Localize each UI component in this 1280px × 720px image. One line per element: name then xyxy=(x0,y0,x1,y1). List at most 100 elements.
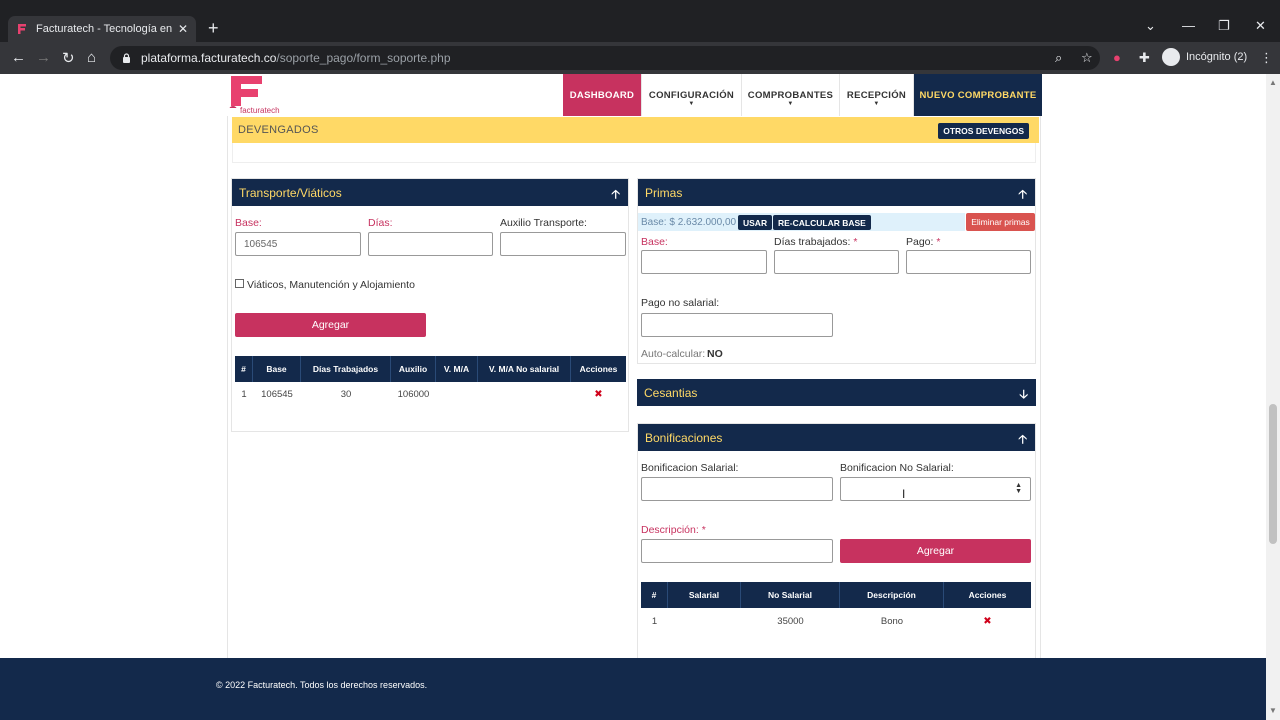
tab-title: Facturatech - Tecnología en factu xyxy=(36,23,172,35)
spinner-arrows-icon[interactable]: ▲ ▼ xyxy=(1015,482,1022,495)
col-header: Acciones xyxy=(968,590,1007,600)
bonificaciones-agregar-label: Agregar xyxy=(916,545,955,557)
primas-dias-input[interactable] xyxy=(774,250,899,274)
forward-icon[interactable]: → xyxy=(36,49,51,66)
devengados-body xyxy=(232,143,1036,163)
transporte-agregar-button[interactable]: Agregar xyxy=(235,313,426,337)
reload-icon[interactable]: ↻ xyxy=(62,49,75,67)
collapse-up-icon[interactable]: 🡡 xyxy=(1018,185,1027,206)
url-path: /soporte_pago/form_soporte.php xyxy=(276,51,451,65)
recalcular-base-button[interactable]: RE-CALCULAR BASE xyxy=(773,215,871,230)
col-header: Descripción xyxy=(840,582,944,608)
nav-recepcion[interactable]: RECEPCIÓN ▼ xyxy=(840,74,914,116)
bonificacion-no-salarial-label: Bonificacion No Salarial: xyxy=(840,462,954,474)
tab-close-icon[interactable]: ✕ xyxy=(178,22,188,36)
cell-vma xyxy=(436,383,478,405)
eliminar-primas-button[interactable]: Eliminar primas xyxy=(966,213,1035,231)
auxilio-transporte-input[interactable] xyxy=(500,232,626,256)
cell-auxilio: 106000 xyxy=(397,388,430,400)
primas-dias-label: Días trabajados: * xyxy=(774,236,857,248)
devengados-header: DEVENGADOS OTROS DEVENGOS xyxy=(232,117,1039,143)
nav-comprobantes[interactable]: COMPROBANTES ▼ xyxy=(742,74,840,116)
cell-num: 1 xyxy=(651,615,658,627)
incognito-icon xyxy=(1162,48,1180,66)
transporte-dias-input[interactable] xyxy=(368,232,493,256)
auto-calcular-label: Auto-calcular: xyxy=(641,348,706,360)
incognito-profile[interactable]: Incógnito (2) xyxy=(1162,48,1247,66)
usar-button[interactable]: USAR xyxy=(738,215,773,230)
cell-num: 1 xyxy=(241,388,247,400)
auto-calcular-value[interactable]: NO xyxy=(707,348,723,360)
col-header: V. M/A xyxy=(436,356,478,382)
logo-text: facturatech xyxy=(240,106,280,115)
expand-down-icon[interactable]: 🡣 xyxy=(1019,385,1028,406)
required-mark: * xyxy=(701,524,706,536)
nav-dashboard[interactable]: DASHBOARD xyxy=(563,74,642,116)
browser-menu-icon[interactable]: ⋮ xyxy=(1260,50,1273,66)
otros-devengos-button[interactable]: OTROS DEVENGOS xyxy=(938,123,1029,139)
lock-icon xyxy=(122,53,131,63)
delete-icon[interactable]: ✖ xyxy=(594,389,602,400)
viaticos-checkbox[interactable] xyxy=(235,279,244,288)
facturatech-logo[interactable]: facturatech xyxy=(228,76,288,116)
extension-red-icon[interactable]: ● xyxy=(1113,50,1121,65)
cesantias-panel-header[interactable]: Cesantias 🡣 xyxy=(637,379,1036,406)
restore-icon[interactable]: ❐ xyxy=(1218,18,1230,34)
primas-base-text: Base: $ 2.632.000,00 xyxy=(641,217,737,228)
primas-pago-label: Pago: * xyxy=(906,236,940,248)
transporte-panel-header[interactable]: Transporte/Viáticos 🡡 xyxy=(232,179,628,206)
cesantias-panel: Cesantias 🡣 xyxy=(637,379,1036,407)
cell-dias: 30 xyxy=(340,388,352,400)
bonificacion-no-salarial-input[interactable]: ▲ ▼ xyxy=(840,477,1031,501)
primas-pago-input[interactable] xyxy=(906,250,1031,274)
new-tab-icon[interactable]: + xyxy=(208,19,219,37)
scroll-thumb[interactable] xyxy=(1269,404,1277,544)
required-mark: * xyxy=(853,236,858,248)
cell-actions: ✖ xyxy=(944,610,1031,632)
scroll-down-icon[interactable]: ▼ xyxy=(1269,706,1277,715)
bookmark-star-icon[interactable]: ☆ xyxy=(1081,50,1093,66)
delete-icon[interactable]: ✖ xyxy=(983,616,991,627)
facturatech-favicon-icon xyxy=(16,23,28,35)
cell-vma-ns xyxy=(478,383,571,405)
primas-panel-header[interactable]: Primas 🡡 xyxy=(638,179,1035,206)
nav-configuracion-label: CONFIGURACIÓN xyxy=(648,89,735,101)
transporte-dias-label: Días: xyxy=(368,217,393,229)
page-scrollbar[interactable]: ▲ ▼ xyxy=(1266,74,1280,720)
primas-base-input[interactable] xyxy=(641,250,767,274)
home-icon[interactable]: ⌂ xyxy=(87,49,96,66)
extensions-puzzle-icon[interactable]: ✚ xyxy=(1139,50,1150,66)
pago-no-salarial-label: Pago no salarial: xyxy=(641,297,720,309)
bonificaciones-title: Bonificaciones xyxy=(645,431,723,445)
cell-actions: ✖ xyxy=(571,383,626,405)
cell-no-salarial: 35000 xyxy=(777,615,804,627)
page-footer: © 2022 Facturatech. Todos los derechos r… xyxy=(0,658,1266,720)
descripcion-label-text: Descripción: xyxy=(641,524,699,536)
browser-tab-bar: Facturatech - Tecnología en factu ✕ + ⌄ … xyxy=(0,0,1280,42)
back-icon[interactable]: ← xyxy=(11,49,26,66)
nav-configuracion[interactable]: CONFIGURACIÓN ▼ xyxy=(642,74,742,116)
col-header: Días Trabajados xyxy=(301,356,391,382)
zoom-icon[interactable]: ⌕ xyxy=(1055,50,1062,66)
descripcion-input[interactable] xyxy=(641,539,833,563)
collapse-up-icon[interactable]: 🡡 xyxy=(611,185,620,206)
minimize-icon[interactable]: — xyxy=(1182,18,1195,33)
bonificacion-salarial-input[interactable] xyxy=(641,477,833,501)
col-header: Acciones xyxy=(579,364,618,374)
descripcion-label: Descripción: * xyxy=(641,524,706,536)
tab-search-icon[interactable]: ⌄ xyxy=(1145,18,1156,34)
scroll-up-icon[interactable]: ▲ xyxy=(1269,78,1277,87)
nav-nuevo-comprobante[interactable]: NUEVO COMPROBANTE xyxy=(914,74,1042,116)
close-window-icon[interactable]: ✕ xyxy=(1255,18,1266,34)
pago-no-salarial-input[interactable] xyxy=(641,313,833,337)
bonificaciones-agregar-button[interactable]: Agregar xyxy=(840,539,1031,563)
col-header: # xyxy=(235,356,253,382)
url-field[interactable]: plataforma.facturatech.co /soporte_pago/… xyxy=(110,46,1100,70)
transporte-base-input[interactable] xyxy=(235,232,361,256)
browser-tab[interactable]: Facturatech - Tecnología en factu ✕ xyxy=(8,16,196,42)
viaticos-label: Viáticos, Manutención y Alojamiento xyxy=(247,279,415,291)
page-content: facturatech DASHBOARD CONFIGURACIÓN ▼ COM… xyxy=(0,74,1266,720)
primas-dias-label-text: Días trabajados: xyxy=(774,236,851,248)
collapse-up-icon[interactable]: 🡡 xyxy=(1018,430,1027,451)
bonificaciones-panel-header[interactable]: Bonificaciones 🡡 xyxy=(638,424,1035,451)
